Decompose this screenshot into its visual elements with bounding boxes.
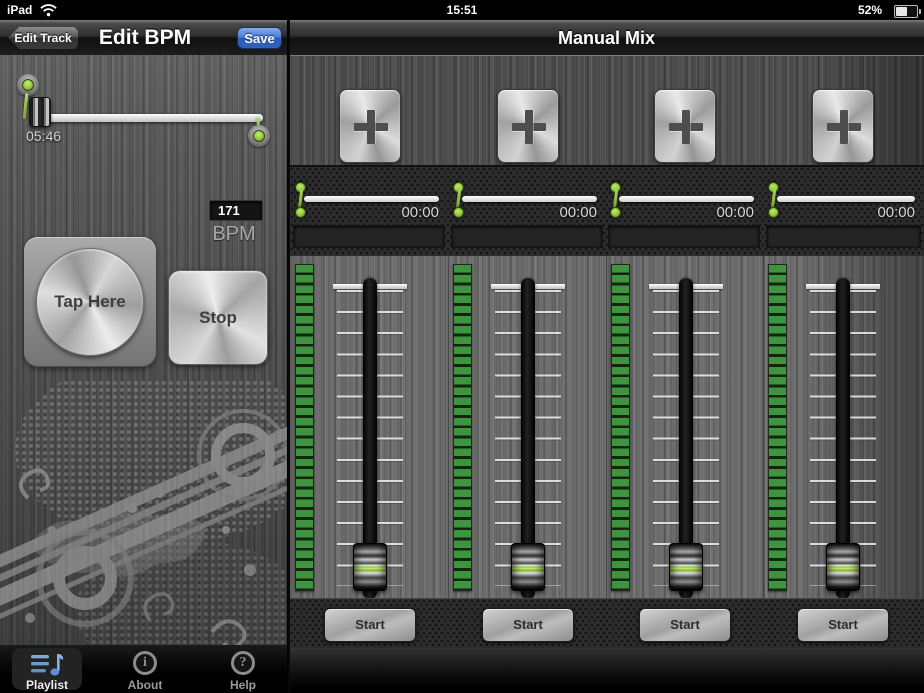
tap-here-button[interactable]: Tap Here [36,248,144,356]
fader-area [290,255,924,598]
add-track-button-2[interactable] [497,89,559,163]
start-button-4[interactable]: Start [797,608,889,642]
cue-out-marker[interactable] [248,125,270,147]
status-bar: iPad 15:51 52% [0,0,924,20]
right-page-title: Manual Mix [289,28,924,49]
cue-out-dot-icon [253,130,265,142]
left-page-title: Edit BPM [60,26,230,50]
fader-handle[interactable] [511,543,545,591]
time-label: 00:00 [462,204,597,221]
timeline-strip: 00:00 00:00 00:00 00:00 [290,165,924,255]
channel-1-timeline: 00:00 [291,167,448,257]
edit-bpm-panel: 05:46 171 BPM Tap Here Stop [0,55,289,645]
start-button-3[interactable]: Start [639,608,731,642]
elapsed-time-label: 05:46 [26,128,61,144]
waveform-box [451,225,603,248]
vu-meter [295,264,314,591]
tab-help[interactable]: ? Help [208,645,278,693]
channel-1-fader [291,256,448,599]
tap-button-frame: Tap Here [24,237,156,367]
track-position-bar[interactable] [42,114,263,122]
channel-3-timeline: 00:00 [606,167,763,257]
channel-3-fader [607,256,764,599]
add-track-button-3[interactable] [654,89,716,163]
deck-add-row [290,55,924,165]
time-label: 00:00 [619,204,754,221]
start-button-2[interactable]: Start [482,608,574,642]
bpm-value-field[interactable]: 171 [209,200,263,221]
vu-meter [453,264,472,591]
bottom-shadow-strip [290,648,924,693]
battery-icon [894,5,918,18]
info-icon: i [133,651,157,675]
add-track-button-4[interactable] [812,89,874,163]
fader-handle[interactable] [353,543,387,591]
bottom-tab-bar: Playlist i About ? Help [0,645,289,693]
tab-about[interactable]: i About [110,645,180,693]
seek-bar[interactable] [304,196,439,202]
seek-bar[interactable] [777,196,915,202]
seek-bar[interactable] [462,196,597,202]
tab-about-label: About [110,678,180,692]
save-button[interactable]: Save [237,27,282,49]
cue-in-dot-icon [22,79,34,91]
battery-percent: 52% [858,3,882,17]
time-label: 00:00 [304,204,439,221]
app-screen: iPad 15:51 52% Edit Track Edit BPM Save … [0,0,924,693]
waveform-box [766,225,921,248]
seek-bar[interactable] [619,196,754,202]
track-position-handle[interactable] [29,97,51,127]
start-strip: Start Start Start Start [290,598,924,648]
battery-fill [896,7,907,16]
start-button-1[interactable]: Start [324,608,416,642]
channel-4-fader [764,256,921,599]
channel-4-timeline: 00:00 [764,167,924,257]
navigation-bar: Edit Track Edit BPM Save Manual Mix [0,20,924,56]
tab-help-label: Help [208,678,278,692]
tab-playlist-label: Playlist [12,678,82,692]
vu-meter [611,264,630,591]
channel-2-timeline: 00:00 [449,167,606,257]
vu-meter [768,264,787,591]
fader-handle[interactable] [669,543,703,591]
question-icon: ? [231,651,255,675]
stop-button[interactable]: Stop [168,270,268,365]
tab-playlist[interactable]: Playlist [12,648,82,690]
add-track-button-1[interactable] [339,89,401,163]
time-label: 00:00 [777,204,915,221]
channel-2-fader [449,256,606,599]
waveform-box [293,225,445,248]
waveform-box [608,225,760,248]
music-list-icon [30,652,64,678]
clock: 15:51 [0,3,924,17]
bpm-label: BPM [205,223,263,246]
fader-handle[interactable] [826,543,860,591]
